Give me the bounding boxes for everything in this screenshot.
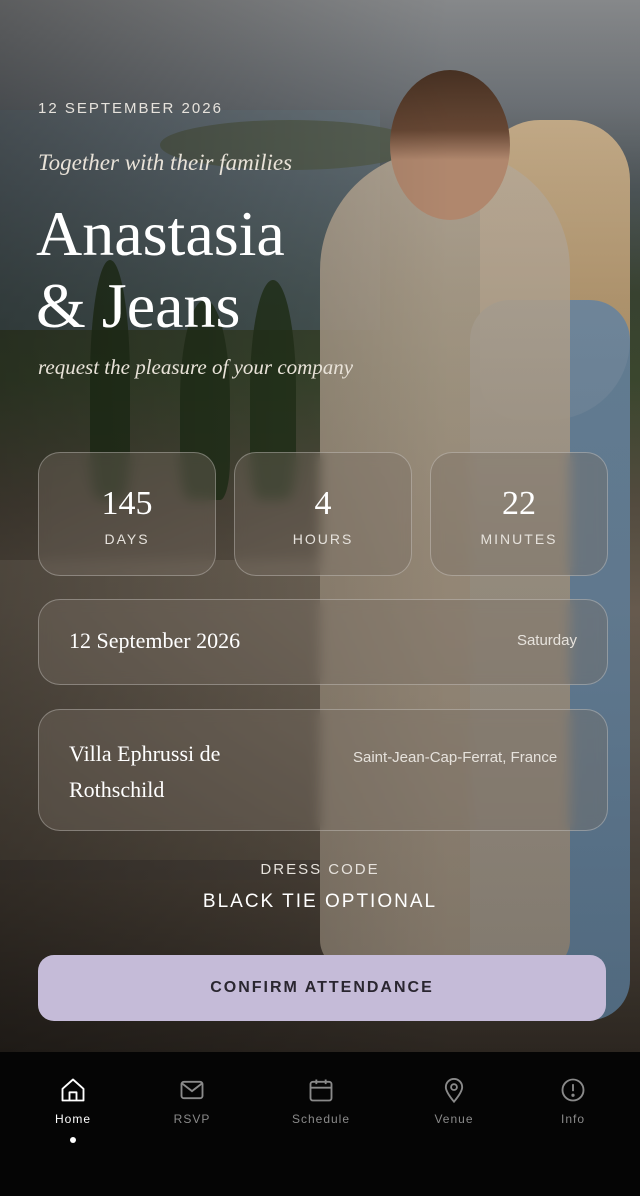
nav-item-venue[interactable]: Venue <box>404 1076 504 1126</box>
bottom-nav: Home RSVP Schedule Venue Info <box>0 1052 640 1196</box>
countdown-value: 145 <box>101 485 153 522</box>
countdown-value: 4 <box>314 485 332 522</box>
venue-card[interactable]: Villa Ephrussi de Rothschild Saint-Jean-… <box>38 709 608 831</box>
event-weekday: Saturday <box>516 632 577 649</box>
date-card: 12 September 2026 Saturday <box>38 599 608 685</box>
nav-item-schedule[interactable]: Schedule <box>271 1076 371 1126</box>
nav-label: Info <box>560 1112 585 1126</box>
confirm-attendance-button[interactable]: CONFIRM ATTENDANCE <box>38 955 606 1021</box>
venue-location: Saint-Jean-Cap-Ferrat, France <box>353 749 558 766</box>
dress-code-value: BLACK TIE OPTIONAL <box>202 891 438 912</box>
countdown-unit: MINUTES <box>480 531 558 547</box>
name-line-1: Anastasia <box>36 198 285 269</box>
info-icon <box>561 1078 585 1102</box>
countdown-minutes: 22 MINUTES <box>430 452 608 576</box>
event-date: 12 September 2026 <box>69 628 241 653</box>
nav-label: RSVP <box>173 1112 211 1126</box>
nav-item-info[interactable]: Info <box>523 1076 623 1126</box>
wedding-date-label: 12 SEPTEMBER 2026 <box>38 100 223 117</box>
request-text: request the pleasure of your company <box>38 355 354 379</box>
name-line-2: & Jeans <box>36 270 241 341</box>
nav-label: Schedule <box>291 1112 351 1126</box>
countdown-unit: HOURS <box>292 531 354 547</box>
countdown-value: 22 <box>502 485 536 522</box>
nav-item-rsvp[interactable]: RSVP <box>142 1076 242 1126</box>
countdown-hours: 4 HOURS <box>234 452 412 576</box>
couple-names: Anastasia & Jeans <box>36 198 285 342</box>
home-icon <box>61 1078 85 1102</box>
nav-item-home[interactable]: Home <box>23 1076 123 1126</box>
countdown-days: 145 DAYS <box>38 452 216 576</box>
active-indicator <box>70 1137 76 1143</box>
dress-code-label: DRESS CODE <box>260 861 380 878</box>
screen: 12 SEPTEMBER 2026 Together with their fa… <box>0 0 640 1196</box>
intro-text: Together with their families <box>38 150 293 175</box>
countdown-unit: DAYS <box>104 531 150 547</box>
calendar-icon <box>309 1079 333 1102</box>
location-pin-icon <box>444 1078 464 1104</box>
nav-label: Venue <box>434 1112 474 1126</box>
nav-label: Home <box>54 1112 91 1126</box>
venue-name: Villa Ephrussi de Rothschild <box>69 741 221 802</box>
mail-icon <box>180 1080 204 1100</box>
invitation-content: 12 SEPTEMBER 2026 Together with their fa… <box>0 0 640 1052</box>
